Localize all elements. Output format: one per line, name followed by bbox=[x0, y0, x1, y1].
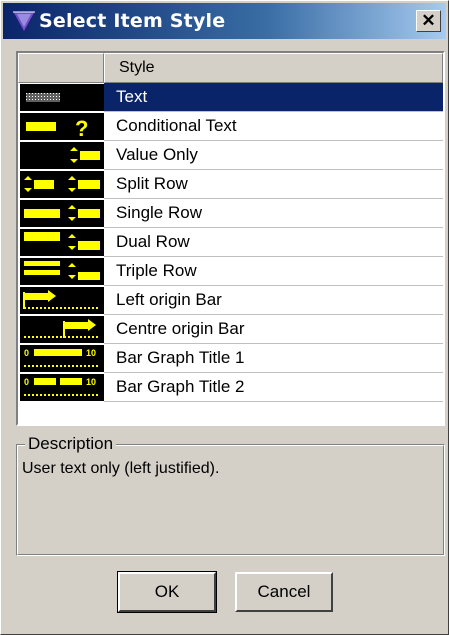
style-list-item[interactable]: ? Conditional Text bbox=[18, 112, 443, 141]
description-group: Description User text only (left justifi… bbox=[16, 434, 445, 556]
description-text: User text only (left justified). bbox=[22, 460, 220, 477]
style-list-item-label: Split Row bbox=[104, 170, 443, 199]
style-list-item[interactable]: Centre origin Bar bbox=[18, 315, 443, 344]
select-item-style-dialog: Select Item Style ✕ Style Text? Condition… bbox=[0, 0, 449, 635]
style-list-item-label: Left origin Bar bbox=[104, 286, 443, 315]
style-list-item[interactable]: 0 10 Bar Graph Title 2 bbox=[18, 373, 443, 402]
single-row-icon bbox=[20, 200, 104, 227]
window-title: Select Item Style bbox=[39, 10, 226, 32]
title-bar[interactable]: Select Item Style ✕ bbox=[3, 3, 446, 39]
style-list-item-label: Bar Graph Title 1 bbox=[104, 344, 443, 373]
style-list-item[interactable]: Triple Row bbox=[18, 257, 443, 286]
style-list-item-label: Triple Row bbox=[104, 257, 443, 286]
style-list-item-label: Text bbox=[104, 83, 443, 112]
left-origin-bar-icon bbox=[20, 287, 104, 314]
svg-text:0: 0 bbox=[24, 348, 29, 358]
style-list-item[interactable]: Split Row bbox=[18, 170, 443, 199]
svg-text:10: 10 bbox=[86, 377, 96, 387]
svg-text:0: 0 bbox=[24, 377, 29, 387]
bar-graph-title-1-icon: 0 10 bbox=[20, 345, 104, 372]
style-list-item-label: Dual Row bbox=[104, 228, 443, 257]
close-button[interactable]: ✕ bbox=[416, 10, 441, 32]
style-list-item[interactable]: 0 10 Bar Graph Title 1 bbox=[18, 344, 443, 373]
bar-graph-title-2-icon: 0 10 bbox=[20, 374, 104, 401]
style-list-item[interactable]: Dual Row bbox=[18, 228, 443, 257]
style-list-item-label: Centre origin Bar bbox=[104, 315, 443, 344]
app-logo-icon bbox=[12, 11, 36, 34]
centre-origin-bar-icon bbox=[20, 316, 104, 343]
description-legend: Description bbox=[25, 434, 117, 454]
style-list-item[interactable]: Single Row bbox=[18, 199, 443, 228]
svg-text:10: 10 bbox=[86, 348, 96, 358]
value-only-icon bbox=[20, 142, 104, 169]
triple-row-icon bbox=[20, 258, 104, 285]
style-list-item-label: Single Row bbox=[104, 199, 443, 228]
style-list[interactable]: Style Text? Conditional Text Value Only Spl… bbox=[16, 51, 445, 426]
style-list-item-label: Conditional Text bbox=[104, 112, 443, 141]
style-list-item-label: Bar Graph Title 2 bbox=[104, 373, 443, 402]
style-list-item[interactable]: Left origin Bar bbox=[18, 286, 443, 315]
style-column-header[interactable]: Style bbox=[104, 53, 443, 83]
split-row-icon bbox=[20, 171, 104, 198]
text-pattern-icon bbox=[20, 84, 104, 111]
close-icon: ✕ bbox=[421, 11, 436, 30]
svg-text:?: ? bbox=[75, 116, 88, 140]
conditional-text-icon: ? bbox=[20, 113, 104, 141]
icon-column-header[interactable] bbox=[18, 53, 104, 83]
style-list-item[interactable]: Text bbox=[18, 83, 443, 112]
style-list-item-label: Value Only bbox=[104, 141, 443, 170]
cancel-button[interactable]: Cancel bbox=[235, 572, 333, 612]
style-list-item[interactable]: Value Only bbox=[18, 141, 443, 170]
dual-row-icon bbox=[20, 229, 104, 256]
ok-button[interactable]: OK bbox=[117, 571, 217, 613]
